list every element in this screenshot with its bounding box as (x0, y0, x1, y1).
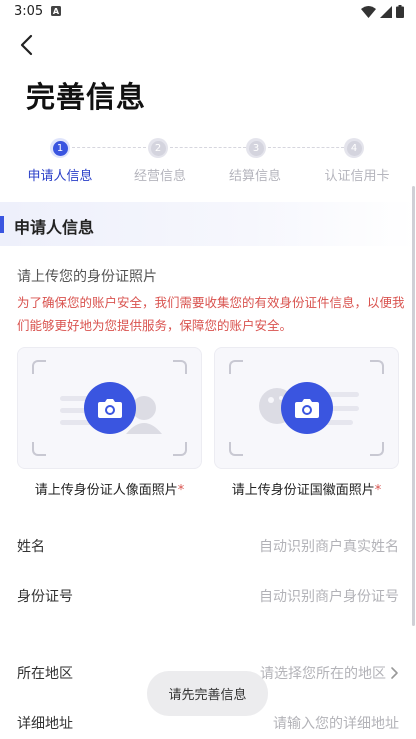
section-title: 申请人信息 (14, 218, 95, 237)
section-header: 申请人信息 (0, 202, 416, 246)
camera-icon (97, 399, 122, 418)
address-label: 详细地址 (17, 716, 73, 732)
stepper: 1 2 3 4 申请人信息 经营信息 结算信息 认证信用卡 (0, 135, 416, 185)
wifi-icon (361, 5, 376, 18)
page-title: 完善信息 (26, 80, 147, 114)
name-label: 姓名 (17, 539, 45, 555)
camera-button[interactable] (280, 382, 333, 434)
camera-icon (294, 399, 319, 418)
back-arrow-icon (20, 34, 33, 56)
id-number-row[interactable]: 身份证号 自动识别商户身份证号 (17, 586, 399, 610)
address-field[interactable]: 请输入您的详细地址 (273, 713, 399, 733)
name-row[interactable]: 姓名 自动识别商户真实姓名 (17, 536, 399, 560)
region-select[interactable]: 请选择您所在的地区 (260, 663, 399, 683)
toast-message: 请先完善信息 (147, 671, 268, 716)
address-row[interactable]: 详细地址 请输入您的详细地址 (17, 713, 399, 737)
scrollbar[interactable] (412, 186, 415, 626)
id-number-field[interactable]: 自动识别商户身份证号 (259, 586, 399, 606)
region-placeholder: 请选择您所在的地区 (260, 666, 386, 682)
step-connector (170, 147, 246, 148)
region-label: 所在地区 (17, 666, 73, 682)
id-number-label: 身份证号 (17, 589, 73, 605)
notification-icon: A (51, 6, 61, 16)
step-3-label: 结算信息 (228, 169, 281, 184)
step-connector (72, 147, 146, 148)
chevron-right-icon (391, 667, 398, 679)
status-bar: 3:05 A (0, 0, 416, 24)
upload-hint: 请上传您的身份证照片 (17, 269, 157, 285)
id-back-upload[interactable] (214, 347, 399, 469)
step-1-label: 申请人信息 (27, 169, 93, 184)
step-3-indicator: 3 (246, 138, 266, 158)
step-2-label: 经营信息 (133, 169, 186, 184)
step-4-label: 认证信用卡 (324, 169, 390, 184)
id-front-caption: 请上传身份证人像面照片* (34, 483, 185, 498)
signal-icon (380, 5, 392, 18)
security-warning: 为了确保您的账户安全，我们需要收集您的有效身份证件信息，以便我们能够更好地为您提… (17, 295, 405, 333)
id-front-upload[interactable] (17, 347, 202, 469)
back-button[interactable] (14, 32, 40, 58)
required-mark: * (374, 483, 382, 498)
status-icons (361, 5, 404, 18)
battery-icon (396, 5, 404, 18)
step-connector (268, 147, 344, 148)
camera-button[interactable] (83, 382, 136, 434)
svg-text:A: A (53, 7, 60, 16)
step-1-indicator: 1 (50, 138, 70, 158)
step-2-indicator: 2 (148, 138, 168, 158)
id-back-caption: 请上传身份证国徽面照片* (231, 483, 382, 498)
section-accent-bar (0, 216, 4, 233)
name-field[interactable]: 自动识别商户真实姓名 (259, 536, 399, 556)
required-mark: * (177, 483, 185, 498)
step-4-indicator: 4 (344, 138, 364, 158)
status-time: 3:05 (14, 4, 44, 19)
